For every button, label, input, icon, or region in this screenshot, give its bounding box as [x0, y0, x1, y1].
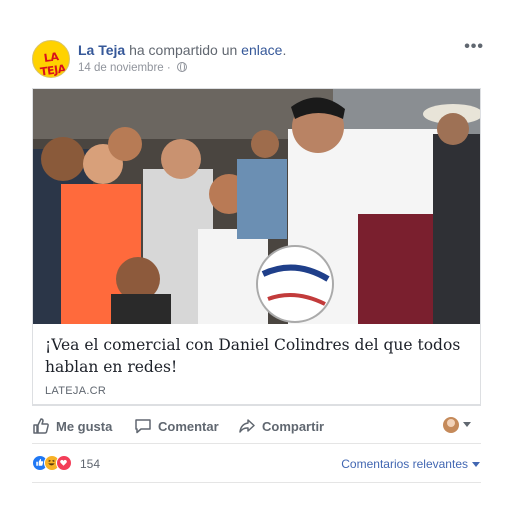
- like-label: Me gusta: [56, 419, 113, 434]
- photo-illustration: [33, 89, 480, 324]
- chevron-down-icon: [472, 462, 480, 468]
- page-avatar[interactable]: LA TEJA: [32, 40, 70, 78]
- link-word[interactable]: enlace: [241, 42, 282, 58]
- comment-button[interactable]: Comentar: [134, 417, 219, 435]
- preview-photo[interactable]: [33, 89, 480, 324]
- link-title[interactable]: ¡Vea el comercial con Daniel Colindres d…: [45, 334, 470, 378]
- share-arrow-icon: [239, 419, 255, 433]
- post-meta: 14 de noviembre ·: [78, 62, 187, 74]
- like-button[interactable]: Me gusta: [32, 417, 112, 435]
- post-timestamp[interactable]: 14 de noviembre: [78, 62, 164, 74]
- comment-sort-dropdown[interactable]: Comentarios relevantes: [341, 457, 480, 471]
- comment-sort-label: Comentarios relevantes: [341, 457, 468, 471]
- divider: [32, 482, 481, 483]
- thumbs-up-icon: [33, 418, 49, 434]
- meta-separator: ·: [166, 62, 171, 74]
- la-teja-logo: LA TEJA: [39, 50, 67, 78]
- love-reaction-icon: [56, 455, 72, 471]
- post-headline: La Teja ha compartido un enlace.: [78, 42, 286, 58]
- link-preview-card[interactable]: ¡Vea el comercial con Daniel Colindres d…: [32, 88, 481, 406]
- reaction-count: 154: [80, 457, 101, 471]
- comment-label: Comentar: [158, 419, 219, 434]
- viewer-avatar: [443, 416, 459, 433]
- share-button[interactable]: Compartir: [238, 417, 324, 435]
- audience-selector[interactable]: [443, 416, 471, 434]
- facebook-post: LA TEJA La Teja ha compartido un enlace.…: [0, 0, 512, 512]
- page-name-link[interactable]: La Teja: [78, 42, 125, 58]
- chevron-down-icon: [463, 422, 471, 428]
- headline-period: .: [282, 42, 287, 58]
- share-label: Compartir: [262, 419, 325, 434]
- comment-icon: [135, 419, 151, 434]
- post-actions: Me gusta Comentar Compartir: [32, 412, 481, 442]
- globe-icon[interactable]: [176, 62, 187, 72]
- divider: [32, 443, 481, 444]
- link-domain: LATEJA.CR: [45, 385, 107, 397]
- action-text: ha compartido un: [129, 42, 238, 58]
- more-options-icon[interactable]: •••: [464, 38, 484, 56]
